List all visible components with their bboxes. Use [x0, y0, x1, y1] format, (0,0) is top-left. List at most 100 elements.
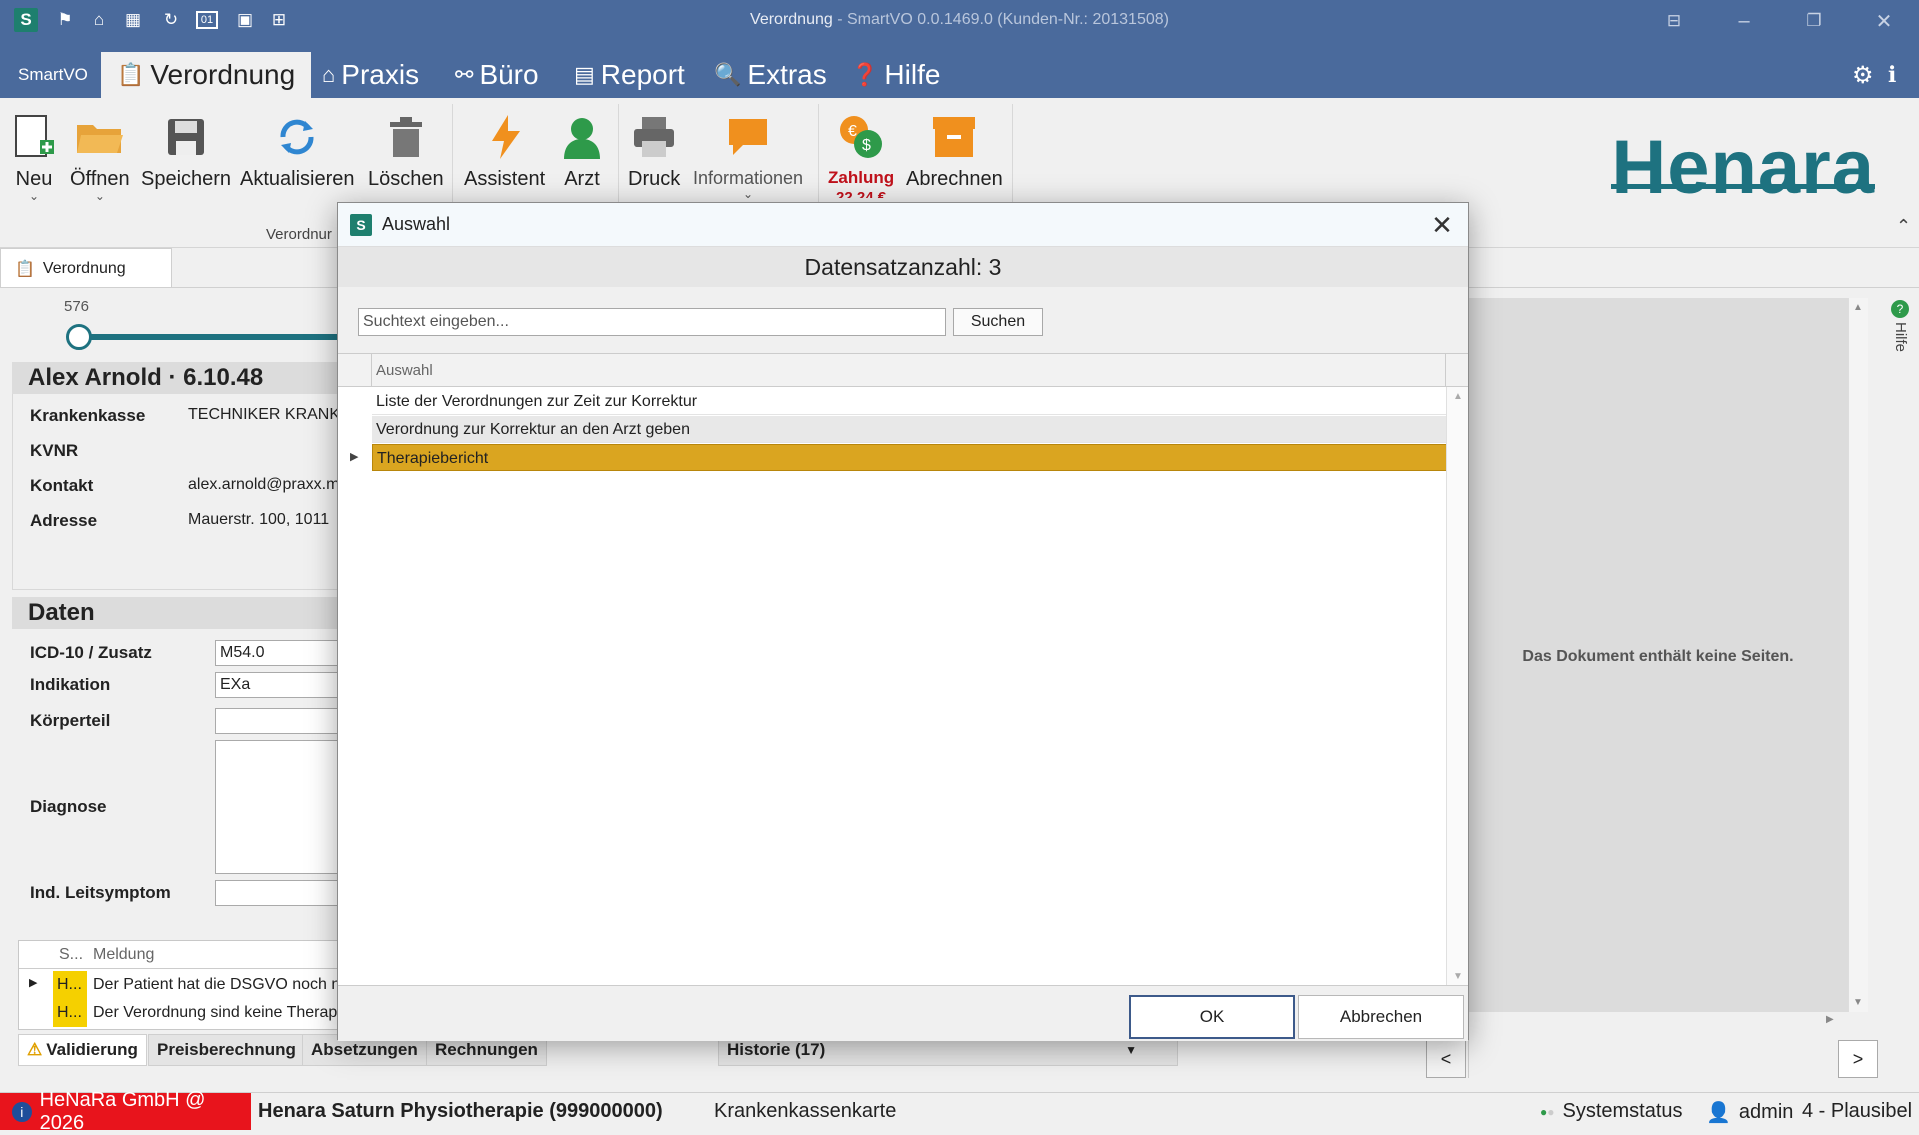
- svg-text:$: $: [862, 137, 871, 154]
- informationen-button[interactable]: Informationen ⌄: [693, 108, 803, 200]
- scroll-right-icon[interactable]: ▶: [1826, 1014, 1848, 1034]
- tab-preisberechnung[interactable]: Preisberechnung: [148, 1034, 305, 1066]
- plausi-status: 4 - Plausibel: [1802, 1100, 1913, 1122]
- grid-row-selected[interactable]: Therapiebericht: [372, 444, 1447, 471]
- printer-icon: [632, 108, 676, 166]
- krankenkasse-value: TECHNIKER KRANKE: [188, 406, 351, 423]
- progress-track: [68, 334, 368, 340]
- trash-icon: [388, 108, 424, 166]
- window-title: Verordnung - SmartVO 0.0.1469.0 (Kunden-…: [0, 11, 1919, 29]
- grid-row[interactable]: Liste der Verordnungen zur Zeit zur Korr…: [372, 388, 1447, 415]
- search-row: Suchtext eingeben... Suchen: [338, 287, 1468, 353]
- help-icon: ❓: [851, 62, 879, 87]
- tab-praxis[interactable]: ⌂ Praxis: [322, 52, 419, 98]
- tab-hilfe[interactable]: ❓ Hilfe: [851, 52, 940, 98]
- info-icon[interactable]: ℹ: [1888, 52, 1896, 98]
- systemstatus[interactable]: ●● Systemstatus: [1540, 1100, 1683, 1123]
- assistent-button[interactable]: Assistent: [464, 108, 545, 191]
- search-input[interactable]: Suchtext eingeben...: [358, 308, 946, 336]
- preview-scrollbar[interactable]: ▲ ▼: [1848, 298, 1868, 1012]
- koerperteil-label: Körperteil: [30, 711, 111, 730]
- oeffnen-button[interactable]: Öffnen ⌄: [70, 108, 130, 202]
- col-s-header[interactable]: S...: [59, 946, 83, 964]
- icd-input[interactable]: M54.0: [215, 640, 345, 666]
- cancel-button[interactable]: Abbrechen: [1298, 995, 1464, 1039]
- settings-icon[interactable]: ⚙: [1852, 52, 1874, 98]
- user-icon: 👤: [1706, 1102, 1731, 1124]
- message-text: Der Patient hat die DSGVO noch ni: [93, 976, 344, 993]
- arzt-button[interactable]: Arzt: [562, 108, 602, 191]
- next-button[interactable]: >: [1838, 1040, 1878, 1078]
- dialog-title: Auswahl: [382, 214, 451, 234]
- diagnose-textarea[interactable]: [215, 740, 345, 874]
- record-count: Datensatzanzahl: 3: [338, 247, 1468, 287]
- speichern-button[interactable]: Speichern: [141, 108, 231, 191]
- leitsymptom-input[interactable]: [215, 880, 345, 906]
- clipboard-icon: 📋: [117, 62, 145, 87]
- progress-number: 576: [64, 298, 90, 315]
- tab-buero[interactable]: ⚯ Büro: [455, 52, 539, 98]
- menu-smartvo[interactable]: SmartVO: [18, 52, 88, 98]
- message-row[interactable]: H... Der Verordnung sind keine Therap: [19, 999, 349, 1027]
- status-dots-icon: ●●: [1540, 1104, 1555, 1119]
- neu-button[interactable]: Neu ⌄: [14, 108, 54, 202]
- kontakt-value[interactable]: alex.arnold@praxx.m: [188, 476, 339, 494]
- grid-scrollbar[interactable]: ▲ ▼: [1446, 387, 1468, 986]
- archive-box-icon: [931, 108, 977, 166]
- aktualisieren-button[interactable]: Aktualisieren: [240, 108, 355, 191]
- new-document-icon: [14, 108, 54, 166]
- prev-button[interactable]: <: [1426, 1040, 1466, 1078]
- link-icon: ⚯: [455, 62, 474, 87]
- payment-icon: € $: [838, 108, 884, 166]
- auswahl-dialog: S Auswahl ✕ Datensatzanzahl: 3 Suchtext …: [337, 202, 1469, 1041]
- dialog-title-bar: S Auswahl: [338, 203, 1468, 247]
- info-icon: i: [12, 1101, 32, 1122]
- abrechnen-button[interactable]: Abrechnen: [906, 108, 1003, 191]
- dropdown-arrow-icon[interactable]: ▼: [1125, 1043, 1137, 1057]
- home-icon: ⌂: [322, 62, 336, 87]
- druck-button[interactable]: Druck: [628, 108, 680, 191]
- window-title-rest: - SmartVO 0.0.1469.0 (Kunden-Nr.: 201315…: [832, 11, 1169, 28]
- clipboard-list-icon: ▤: [574, 62, 595, 87]
- tab-verordnung[interactable]: 📋 Verordnung: [101, 52, 312, 98]
- close-window-button[interactable]: ✕: [1866, 6, 1902, 36]
- zahlung-button[interactable]: € $ Zahlung 22,24 €: [828, 108, 894, 198]
- col-meldung-header[interactable]: Meldung: [93, 946, 154, 964]
- search-doc-icon: 🔍: [714, 62, 742, 87]
- ribbon-group-label: Verordnur: [266, 226, 332, 243]
- doc-tab-verordnung[interactable]: 📋 Verordnung: [0, 248, 172, 288]
- lightning-icon: [488, 108, 522, 166]
- search-button[interactable]: Suchen: [953, 308, 1043, 336]
- restore-button[interactable]: ❐: [1796, 6, 1832, 36]
- practice-name: Henara Saturn Physiotherapie (999000000): [258, 1100, 663, 1122]
- title-bar: S ⚑ ⌂ ▦ ↻ 01 ▣ ⊞ Verordnung - SmartVO 0.…: [0, 0, 1919, 42]
- henara-logo: Henara: [1611, 125, 1875, 210]
- adresse-value: Mauerstr. 100, 1011: [188, 511, 330, 528]
- message-row[interactable]: ▶ H... Der Patient hat die DSGVO noch ni: [19, 971, 349, 999]
- loeschen-button[interactable]: Löschen: [368, 108, 444, 191]
- folder-open-icon: [75, 108, 125, 166]
- column-auswahl-header[interactable]: Auswahl: [376, 362, 433, 379]
- collapse-ribbon-icon[interactable]: ⌃: [1896, 216, 1911, 237]
- app-logo: S: [350, 213, 372, 236]
- tab-extras[interactable]: 🔍 Extras: [714, 52, 827, 98]
- leitsymptom-label: Ind. Leitsymptom: [30, 883, 171, 902]
- grid-row[interactable]: Verordnung zur Korrektur an den Arzt geb…: [372, 416, 1447, 443]
- user-status[interactable]: 👤 admin: [1706, 1100, 1793, 1125]
- card-status: Krankenkassenkarte: [714, 1100, 897, 1122]
- minimize-button[interactable]: –: [1726, 6, 1762, 36]
- koerperteil-input[interactable]: [215, 708, 345, 734]
- dialog-close-button[interactable]: ✕: [1426, 209, 1458, 241]
- row-pointer-icon: ▶: [350, 451, 359, 463]
- row-pointer-icon: ▶: [29, 977, 38, 989]
- ok-button[interactable]: OK: [1129, 995, 1295, 1039]
- indikation-input[interactable]: EXa: [215, 672, 345, 698]
- progress-handle[interactable]: [66, 324, 92, 350]
- tab-report[interactable]: ▤ Report: [574, 52, 685, 98]
- message-icon: [727, 108, 769, 166]
- hilfe-side-tab[interactable]: ? Hilfe: [1888, 300, 1912, 360]
- help-circle-icon: ?: [1891, 300, 1909, 318]
- tab-validierung[interactable]: ⚠ Validierung: [18, 1034, 147, 1066]
- dialog-footer: OK Abbrechen: [338, 985, 1468, 1041]
- layout-icon[interactable]: ⊟: [1656, 6, 1692, 36]
